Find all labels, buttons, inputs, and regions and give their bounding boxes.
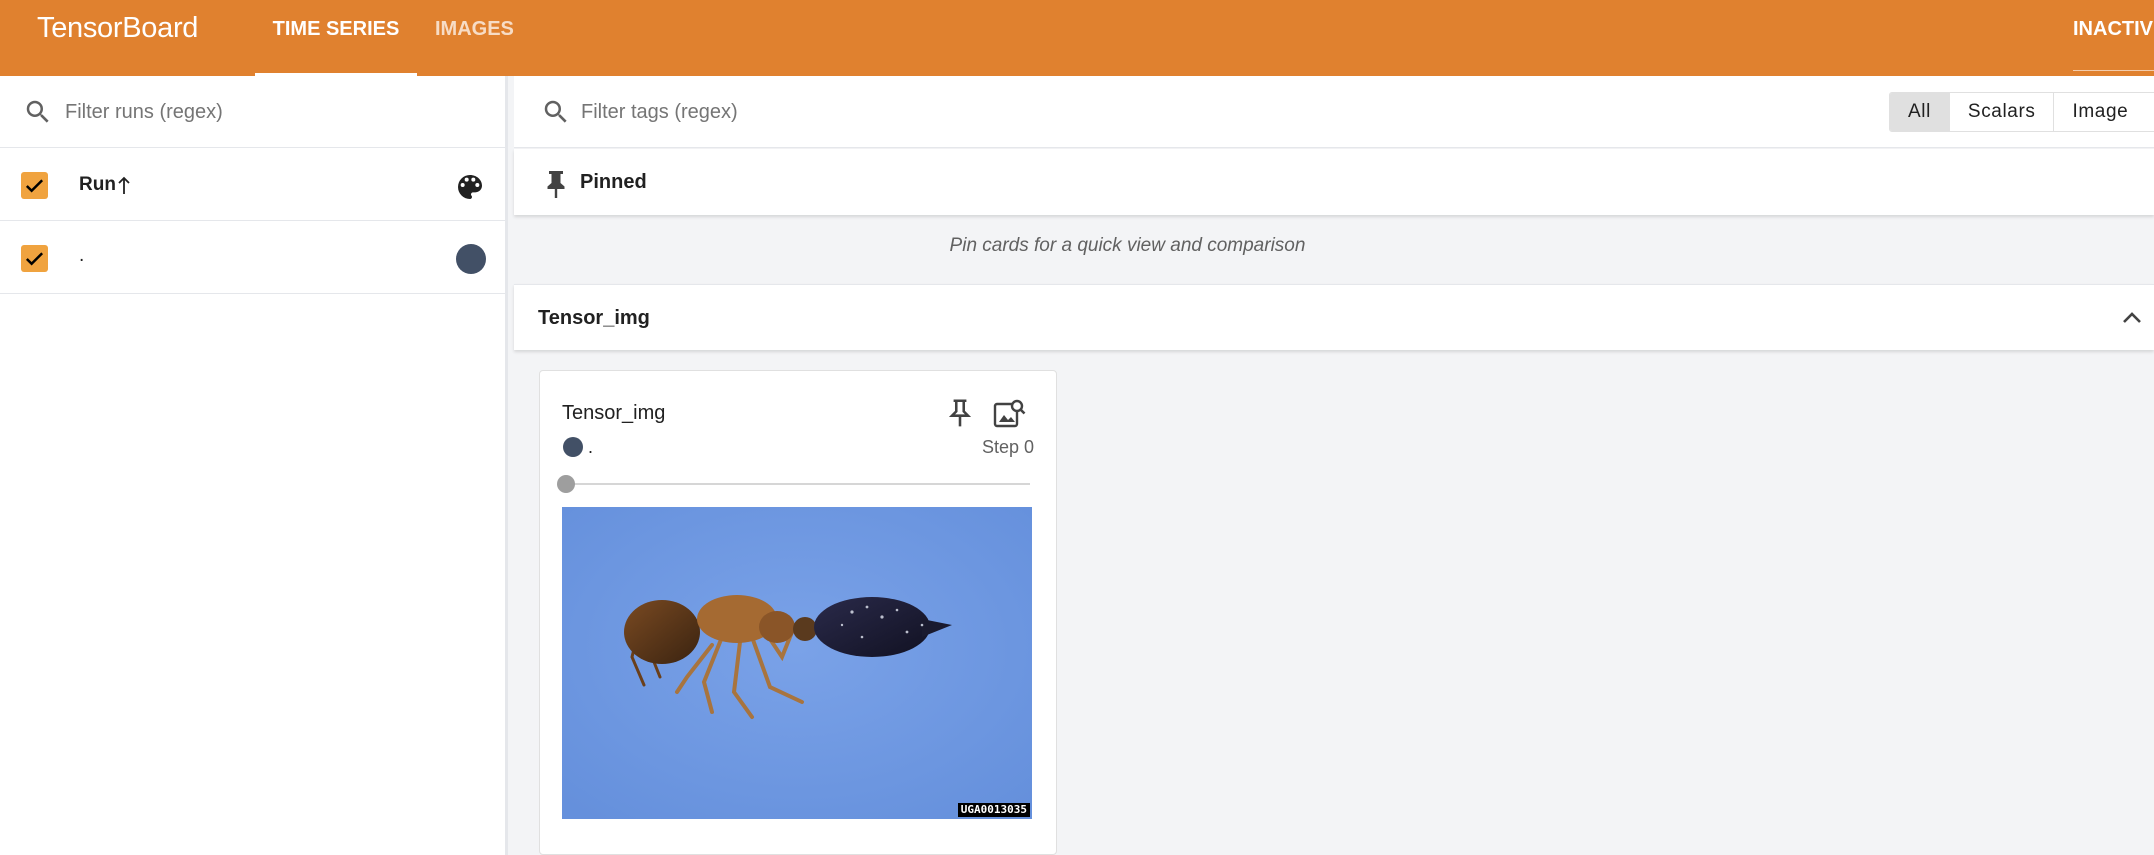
tags-filter-input[interactable] (581, 96, 1581, 128)
search-icon (544, 100, 567, 123)
chevron-up-icon[interactable] (2119, 307, 2145, 329)
plugin-type-toggle: All Scalars Image (1889, 92, 2154, 132)
image-card: Tensor_img . Step 0 UGA0013035 (539, 370, 1057, 855)
tab-time-series[interactable]: TIME SERIES (255, 16, 417, 76)
type-filter-all[interactable]: All (1890, 93, 1950, 131)
type-filter-image[interactable]: Image (2054, 93, 2154, 131)
run-color-swatch[interactable] (456, 244, 486, 274)
pinned-section-header: Pinned (514, 149, 2154, 215)
group-title: Tensor_img (538, 307, 650, 329)
pin-icon (547, 171, 565, 198)
image-watermark: UGA0013035 (957, 803, 1030, 817)
palette-icon[interactable] (454, 171, 486, 203)
tags-filter-bar: All Scalars Image (514, 76, 2154, 148)
brand-logo[interactable]: TensorBoard (37, 12, 198, 44)
inactive-plugins-dropdown[interactable]: INACTIV (2073, 16, 2154, 71)
select-all-runs-checkbox[interactable] (21, 172, 48, 199)
ant-illustration (562, 507, 1032, 819)
run-color-dot (563, 437, 583, 457)
card-run-name: . (588, 437, 594, 457)
run-checkbox[interactable] (21, 245, 48, 272)
runs-table-header: Run (0, 149, 505, 221)
run-row: . (0, 222, 505, 294)
check-icon (25, 179, 44, 193)
main-content: All Scalars Image Pinned Pin cards for a… (514, 76, 2154, 855)
card-title: Tensor_img (562, 402, 666, 424)
runs-filter-row (0, 76, 505, 148)
card-group-header[interactable]: Tensor_img (514, 284, 2154, 350)
pinned-title: Pinned (580, 171, 647, 193)
step-slider-track[interactable] (566, 483, 1030, 485)
run-column-sort[interactable]: Run (79, 172, 116, 198)
image-zoom-icon[interactable] (992, 397, 1026, 431)
check-icon (25, 252, 44, 266)
step-label: Step 0 (981, 437, 1034, 457)
search-icon (26, 100, 49, 123)
pinned-empty-message: Pin cards for a quick view and compariso… (949, 235, 1306, 256)
top-app-bar: TensorBoard TIME SERIES IMAGES INACTIV (0, 0, 2154, 76)
runs-filter-input[interactable] (65, 96, 485, 128)
ant-image: UGA0013035 (562, 507, 1032, 819)
type-filter-scalars[interactable]: Scalars (1950, 93, 2055, 131)
step-slider-thumb[interactable] (557, 475, 575, 493)
runs-sidebar: Run . (0, 76, 508, 855)
arrow-up-icon (118, 176, 130, 194)
run-name: . (79, 245, 85, 266)
tab-images[interactable]: IMAGES (435, 16, 514, 42)
pin-icon[interactable] (947, 397, 973, 429)
